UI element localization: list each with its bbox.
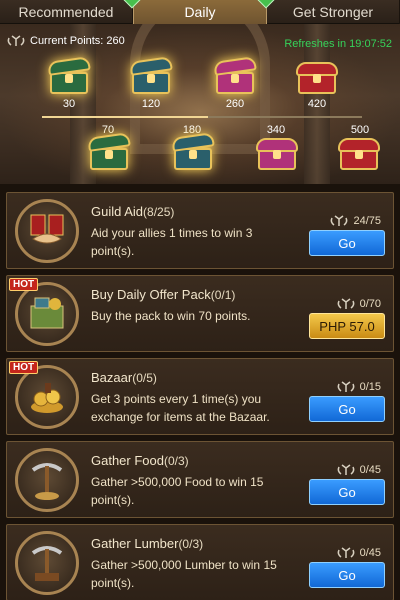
chest-value: 120 [141, 98, 161, 110]
task-count: (0/1) [210, 288, 236, 302]
hot-badge: HOT [9, 278, 39, 291]
task-description: Buy the pack to win 70 points. [91, 309, 251, 323]
gift-pack-icon [15, 282, 79, 346]
reward-chest[interactable] [254, 136, 300, 172]
reward-chest[interactable] [212, 56, 258, 96]
task-points: 0/15 [336, 381, 381, 393]
task-points: 0/45 [336, 547, 381, 559]
reward-chest[interactable] [294, 60, 340, 96]
task-count: (0/3) [164, 454, 189, 468]
go-button[interactable]: Go [309, 230, 385, 256]
go-button[interactable]: Go [309, 396, 385, 422]
reward-chest[interactable] [128, 56, 174, 96]
task-description: Gather >500,000 Food to win 15 point(s). [91, 475, 264, 507]
task-description: Gather >500,000 Lumber to win 15 point(s… [91, 558, 277, 590]
chest-lock [147, 74, 155, 83]
task-title-text: Gather Lumber [91, 536, 179, 551]
task-description: Get 3 points every 1 time(s) you exchang… [91, 392, 270, 424]
task-count: (0/3) [178, 537, 204, 551]
task-title: Buy Daily Offer Pack(0/1) [91, 287, 235, 302]
chest-lock [65, 74, 73, 83]
task-points-value: 0/45 [359, 547, 381, 559]
task-count: (0/5) [132, 371, 157, 385]
chest-value: 420 [307, 98, 327, 110]
laurel-icon [331, 215, 348, 226]
reward-chest[interactable] [46, 56, 92, 96]
chest-lock [105, 150, 113, 159]
chest-value: 500 [350, 124, 370, 136]
reward-chest[interactable] [170, 132, 216, 172]
tab-bar: Recommended Daily Get Stronger [0, 0, 400, 24]
buy-button[interactable]: PHP 57.0 [309, 313, 385, 339]
task-title: Gather Lumber(0/3) [91, 536, 203, 551]
handshake-icon [15, 199, 79, 263]
task-list[interactable]: Guild Aid(8/25) Aid your allies 1 times … [0, 184, 400, 600]
tab-get-stronger[interactable]: Get Stronger [267, 0, 400, 24]
refresh-timer: Refreshes in 19:07:52 [284, 38, 392, 50]
chest-value: 260 [225, 98, 245, 110]
current-points-label: Current Points: 260 [30, 35, 125, 47]
tab-recommended[interactable]: Recommended [0, 0, 141, 24]
chest-lock [355, 150, 363, 159]
points-progress-bar [42, 116, 362, 118]
task-title: Guild Aid(8/25) [91, 204, 174, 219]
chest-value: 30 [62, 98, 76, 110]
chest-lock [313, 74, 321, 83]
task-points: 24/75 [329, 215, 381, 227]
tab-daily[interactable]: Daily [133, 0, 275, 24]
chest-lock [231, 74, 239, 83]
go-button[interactable]: Go [309, 562, 385, 588]
pickaxe-lumber-icon [15, 531, 79, 595]
task-points-value: 0/45 [359, 464, 381, 476]
laurel-icon [337, 464, 354, 475]
task-title: Gather Food(0/3) [91, 453, 189, 468]
tab-label: Recommended [18, 4, 114, 20]
task-row-daily-offer: HOT Buy Daily Offer Pack(0/1) Buy the pa… [6, 275, 394, 352]
laurel-icon [7, 35, 25, 46]
points-progress-fill [42, 116, 209, 118]
task-row-gather-lumber: Gather Lumber(0/3) Gather >500,000 Lumbe… [6, 524, 394, 600]
task-points-value: 0/15 [359, 381, 381, 393]
tab-label: Get Stronger [292, 4, 374, 20]
task-points-value: 0/70 [359, 298, 381, 310]
tab-label: Daily [184, 4, 216, 20]
chest-lock [189, 150, 197, 159]
chest-lock [273, 150, 281, 159]
hot-badge: HOT [9, 361, 39, 374]
task-row-gather-food: Gather Food(0/3) Gather >500,000 Food to… [6, 441, 394, 518]
coin-pile-icon [15, 365, 79, 429]
laurel-icon [337, 298, 354, 309]
laurel-icon [337, 547, 354, 558]
reward-chest[interactable] [336, 136, 382, 172]
task-row-bazaar: HOT Bazaar(0/5) Get 3 points every 1 tim… [6, 358, 394, 435]
task-title-text: Guild Aid [91, 204, 144, 219]
task-title-text: Bazaar [91, 370, 133, 385]
task-description: Aid your allies 1 times to win 3 point(s… [91, 226, 253, 258]
task-points: 0/45 [336, 464, 381, 476]
task-title: Bazaar(0/5) [91, 370, 157, 385]
task-points: 0/70 [336, 298, 381, 310]
task-points-value: 24/75 [353, 215, 381, 227]
task-title-text: Buy Daily Offer Pack [91, 287, 211, 302]
chest-value: 340 [266, 124, 286, 136]
laurel-icon [337, 381, 354, 392]
reward-chest[interactable] [86, 132, 132, 172]
task-title-text: Gather Food [91, 453, 164, 468]
current-points: Current Points: 260 [6, 35, 125, 47]
go-button[interactable]: Go [309, 479, 385, 505]
rewards-banner: Current Points: 260 Refreshes in 19:07:5… [0, 24, 400, 184]
task-count: (8/25) [143, 205, 175, 219]
task-row-guild-aid: Guild Aid(8/25) Aid your allies 1 times … [6, 192, 394, 269]
pickaxe-icon [15, 448, 79, 512]
